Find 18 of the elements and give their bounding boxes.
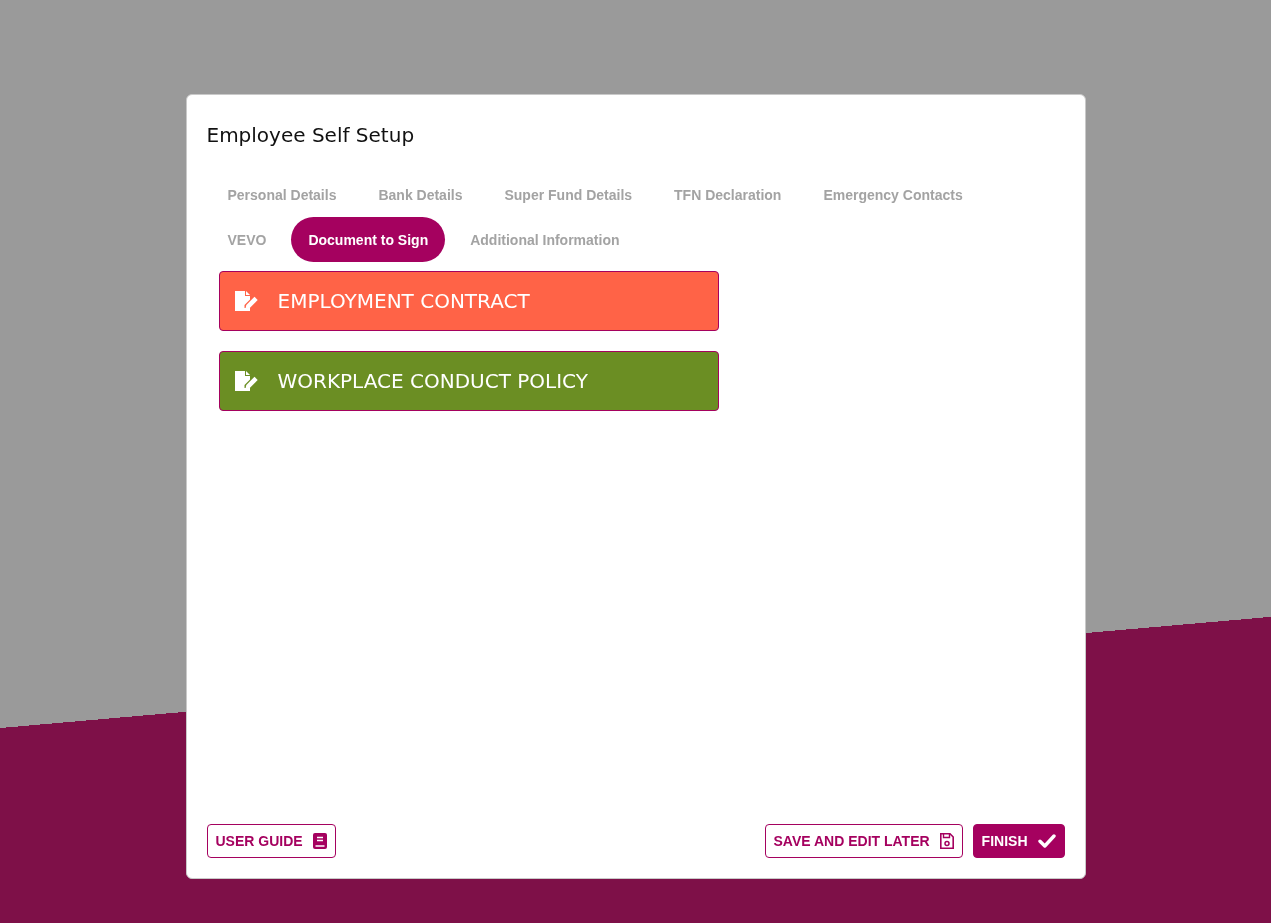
tab[interactable]: Bank Details [361,172,480,217]
finish-button[interactable]: FINISH [972,824,1065,858]
user-guide-button[interactable]: USER GUIDE [206,824,336,858]
document-pen-icon [234,291,258,311]
tab[interactable]: Emergency Contacts [806,172,980,217]
document-pen-icon [234,371,258,391]
tab[interactable]: Personal Details [210,172,354,217]
tab[interactable]: TFN Declaration [657,172,799,217]
tab[interactable]: Additional Information [453,217,637,262]
tab[interactable]: Super Fund Details [487,172,650,217]
dialog-title: Employee Self Setup [206,123,416,147]
save-button[interactable]: SAVE AND EDIT LATER [764,824,963,858]
tab[interactable]: VEVO [210,217,284,262]
document-button[interactable]: EMPLOYMENT CONTRACT [218,271,719,331]
document-button[interactable]: WORKPLACE CONDUCT POLICY [218,351,719,411]
book-icon [312,833,327,849]
tab[interactable]: Document to Sign [291,217,446,262]
check-icon [1037,834,1056,848]
